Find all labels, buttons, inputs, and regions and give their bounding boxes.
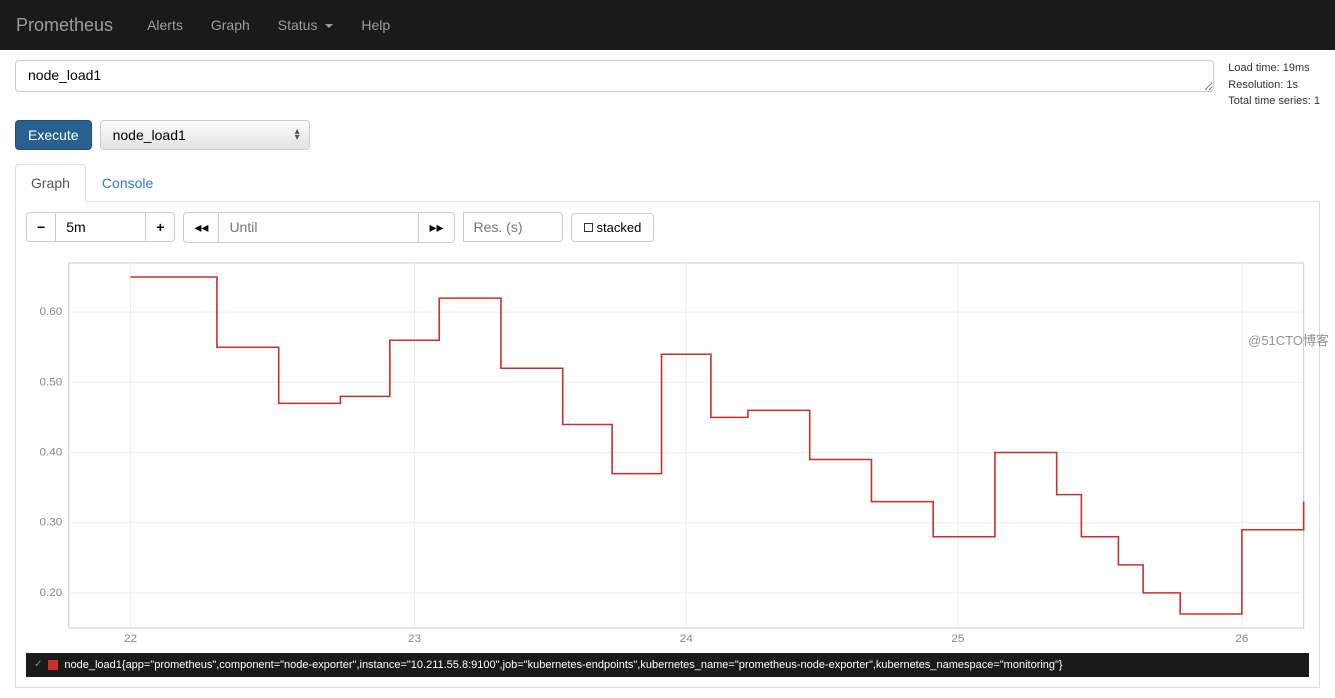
svg-text:22: 22 [124, 633, 137, 645]
watermark: @51CTO博客 [1248, 330, 1329, 349]
query-stats: Load time: 19ms Resolution: 1s Total tim… [1214, 60, 1320, 110]
svg-text:0.30: 0.30 [39, 517, 62, 529]
svg-text:26: 26 [1235, 633, 1248, 645]
nav-list: Alerts Graph Status Help [133, 2, 404, 48]
svg-text:0.50: 0.50 [39, 376, 62, 388]
stacked-icon [584, 223, 593, 232]
chart[interactable]: 0.20 0.30 0.40 0.50 0.60 22 23 24 25 26 [26, 253, 1309, 653]
time-forward-button[interactable]: ▸▸ [419, 212, 454, 243]
time-group: ◂◂ ▸▸ [183, 212, 454, 243]
tab-graph[interactable]: Graph [15, 164, 86, 202]
legend[interactable]: ✓ node_load1{app="prometheus",component=… [26, 653, 1309, 677]
graph-panel: − + ◂◂ ▸▸ stacked 0.20 0.30 0.40 0.50 0.60 22… [15, 202, 1320, 688]
nav-graph[interactable]: Graph [211, 17, 250, 33]
svg-text:0.40: 0.40 [39, 446, 62, 458]
result-tabs: Graph Console [15, 164, 1320, 202]
time-back-button[interactable]: ◂◂ [183, 212, 219, 243]
load-time: Load time: 19ms [1228, 60, 1320, 77]
total-series: Total time series: 1 [1228, 93, 1320, 110]
nav-alerts[interactable]: Alerts [147, 17, 183, 33]
range-increase-button[interactable]: + [146, 212, 175, 242]
svg-text:25: 25 [951, 633, 964, 645]
res-group [463, 212, 563, 242]
nav-help[interactable]: Help [361, 17, 390, 33]
svg-text:24: 24 [680, 633, 693, 645]
legend-label: node_load1{app="prometheus",component="n… [64, 659, 1301, 671]
expression-input[interactable] [15, 60, 1214, 92]
legend-check-icon: ✓ [34, 659, 42, 670]
until-input[interactable] [219, 212, 419, 243]
resolution: Resolution: 1s [1228, 77, 1320, 94]
navbar: Prometheus Alerts Graph Status Help [0, 0, 1335, 50]
tab-console[interactable]: Console [86, 164, 169, 202]
range-decrease-button[interactable]: − [26, 212, 56, 242]
nav-status-dropdown[interactable]: Status [278, 17, 334, 33]
caret-down-icon [325, 24, 333, 28]
range-input[interactable] [56, 212, 146, 242]
execute-button[interactable]: Execute [15, 120, 92, 150]
svg-text:0.20: 0.20 [39, 587, 62, 599]
stacked-toggle[interactable]: stacked [571, 213, 655, 242]
svg-text:23: 23 [408, 633, 421, 645]
legend-swatch [48, 660, 58, 670]
metric-select[interactable]: node_load1 [100, 120, 310, 150]
brand[interactable]: Prometheus [16, 15, 113, 36]
svg-text:0.60: 0.60 [39, 306, 62, 318]
resolution-input[interactable] [463, 212, 563, 242]
range-group: − + [26, 212, 175, 242]
